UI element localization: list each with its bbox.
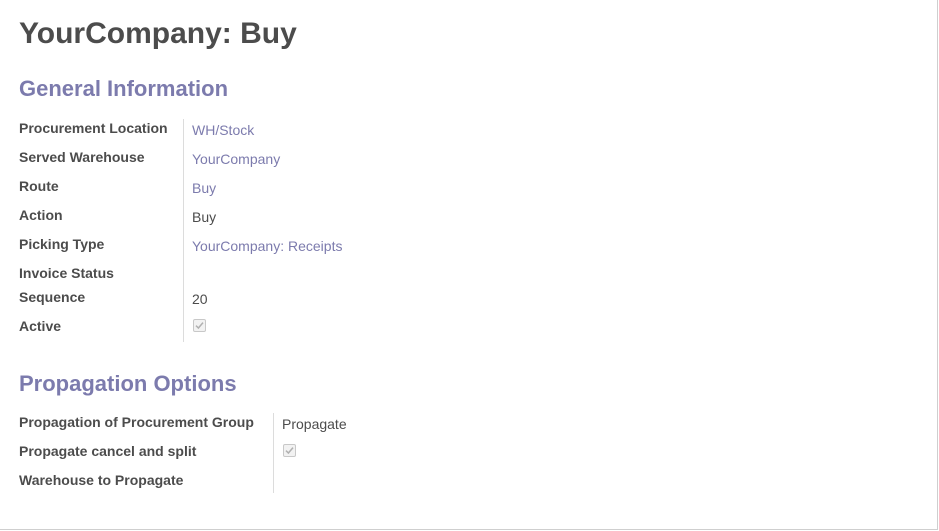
- field-row-active: Active: [19, 317, 619, 339]
- procurement-location-link[interactable]: WH/Stock: [192, 121, 254, 139]
- checkmark-icon: [285, 447, 294, 455]
- action-value: Buy: [192, 209, 217, 225]
- field-row-action: Action Buy: [19, 206, 619, 228]
- route-label: Route: [19, 178, 59, 194]
- invoice-status-label: Invoice Status: [19, 265, 114, 281]
- procurement-location-label: Procurement Location: [19, 120, 168, 136]
- field-row-propagate-cancel-and-split: Propagate cancel and split: [19, 442, 619, 464]
- field-row-propagation-of-procurement-group: Propagation of Procurement Group Propaga…: [19, 413, 619, 435]
- action-label: Action: [19, 207, 63, 223]
- served-warehouse-link[interactable]: YourCompany: [192, 150, 280, 168]
- sequence-value: 20: [192, 291, 208, 307]
- section-heading-general-information: General Information: [19, 76, 229, 101]
- propagate-cancel-and-split-label: Propagate cancel and split: [19, 443, 197, 459]
- sequence-label: Sequence: [19, 289, 86, 305]
- checkmark-icon: [195, 322, 204, 330]
- field-row-route: Route Buy: [19, 177, 619, 199]
- picking-type-link[interactable]: YourCompany: Receipts: [192, 237, 342, 255]
- field-row-sequence: Sequence 20: [19, 288, 619, 310]
- field-row-served-warehouse: Served Warehouse YourCompany: [19, 148, 619, 170]
- served-warehouse-label: Served Warehouse: [19, 149, 145, 165]
- field-row-invoice-status: Invoice Status: [19, 264, 619, 286]
- route-link[interactable]: Buy: [192, 179, 216, 197]
- section-heading-propagation-options: Propagation Options: [19, 371, 237, 396]
- active-checkbox[interactable]: [193, 319, 206, 332]
- active-label: Active: [19, 318, 62, 334]
- form-sheet: YourCompany: Buy General Information Pro…: [0, 0, 938, 530]
- propagation-of-procurement-group-label: Propagation of Procurement Group: [19, 414, 254, 430]
- field-row-procurement-location: Procurement Location WH/Stock: [19, 119, 619, 141]
- picking-type-label: Picking Type: [19, 236, 105, 252]
- field-row-warehouse-to-propagate: Warehouse to Propagate: [19, 471, 619, 493]
- field-row-picking-type: Picking Type YourCompany: Receipts: [19, 235, 619, 257]
- page-title: YourCompany: Buy: [19, 17, 297, 50]
- warehouse-to-propagate-label: Warehouse to Propagate: [19, 472, 184, 488]
- propagate-cancel-and-split-checkbox[interactable]: [283, 444, 296, 457]
- propagation-of-procurement-group-value: Propagate: [282, 416, 347, 432]
